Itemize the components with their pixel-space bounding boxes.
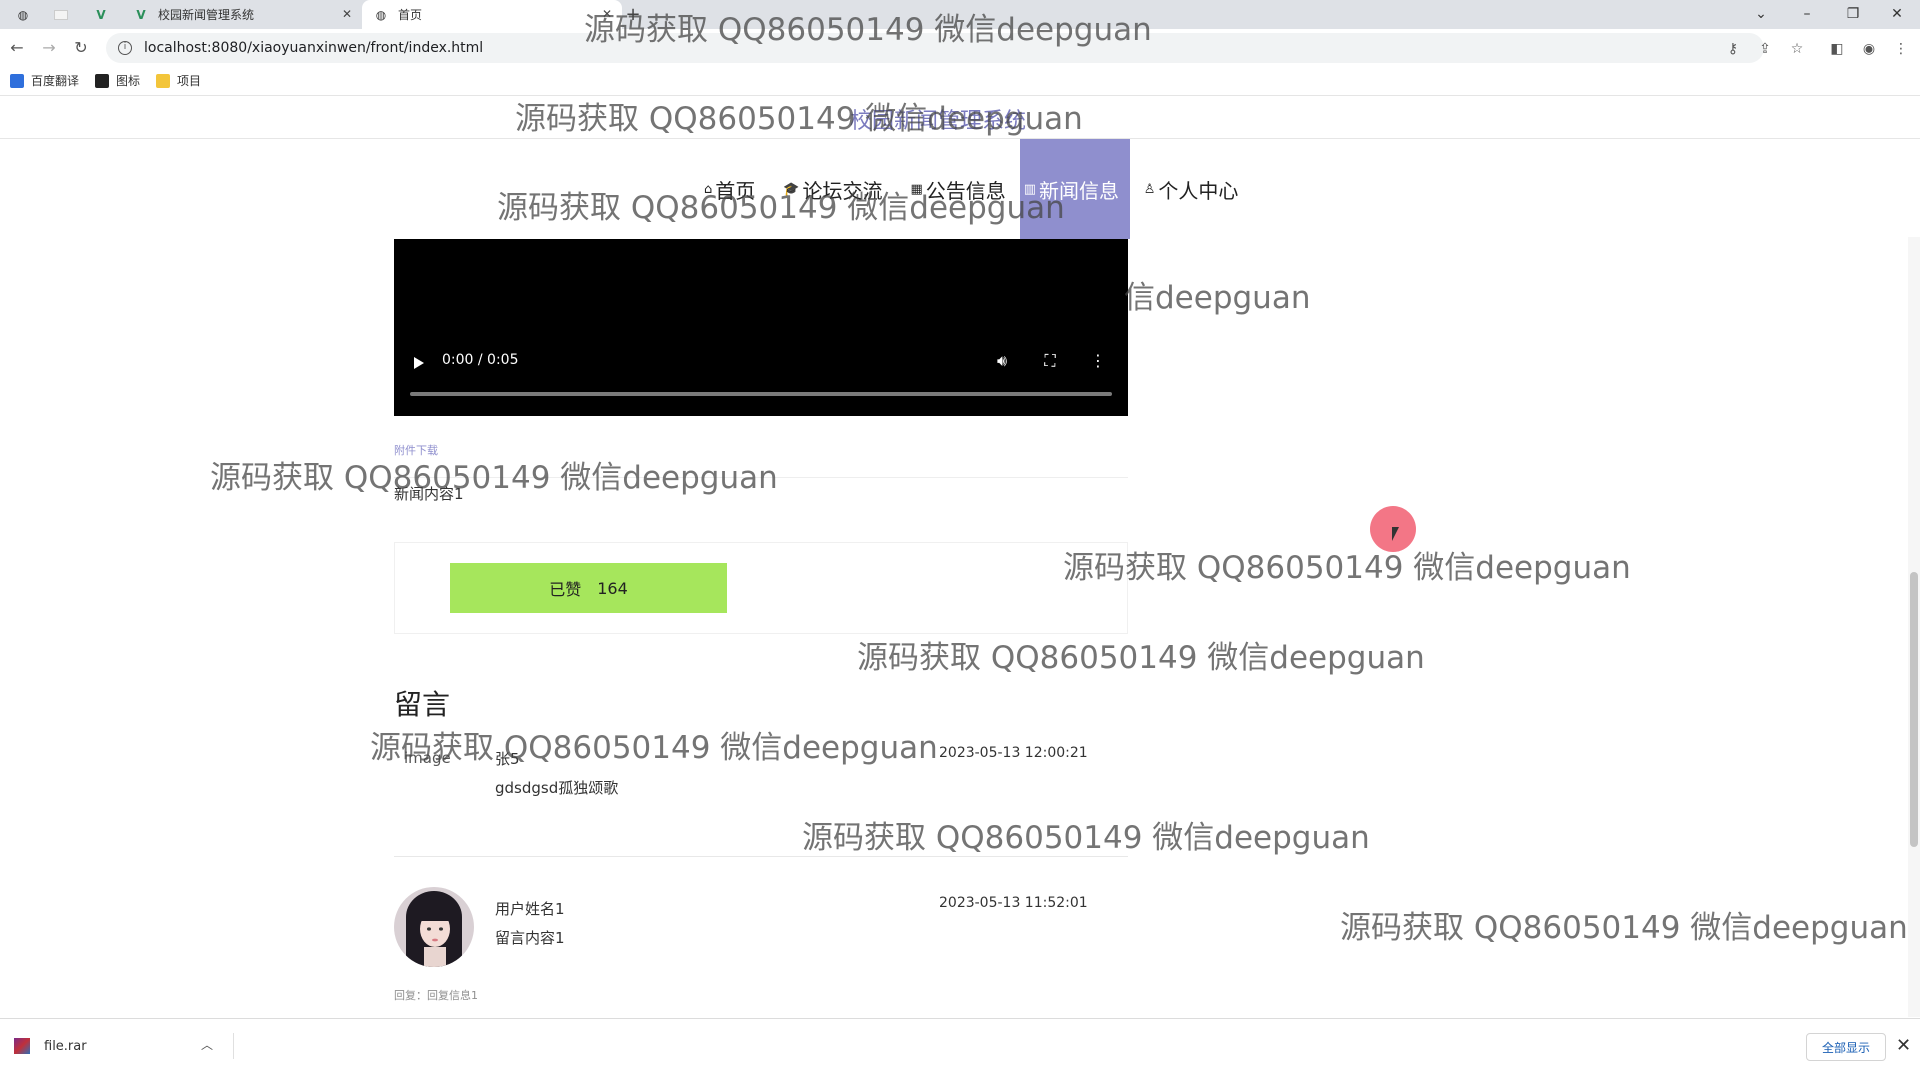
fullscreen-icon[interactable]: ⛶ [1040,351,1060,371]
rar-file-icon [14,1038,30,1054]
restore-icon[interactable]: ❐ [1830,0,1876,29]
image-icon [95,73,110,88]
key-icon[interactable]: ⚷ [1722,38,1744,60]
graduation-cap-icon: 🎓 [783,181,800,197]
attachment-download-link[interactable]: 附件下载 [394,442,438,458]
play-icon[interactable] [414,357,424,369]
notice-icon: ▦ [910,181,923,197]
blank-tab-icon[interactable] [46,0,76,29]
main-nav: ⌂ 首页 🎓 论坛交流 ▦ 公告信息 ▥ 新闻信息 ♙ 个人中心 [690,139,1252,239]
mouse-cursor-icon [1392,527,1399,541]
forward-arrow-icon[interactable]: → [38,37,60,59]
bookmark-projects[interactable]: 项目 [156,72,201,89]
minimize-icon[interactable]: – [1784,0,1830,29]
messages-title: 留言 [394,688,451,721]
tab-search-chevron-icon[interactable]: ⌄ [1738,0,1784,29]
nav-notice[interactable]: ▦ 公告信息 [896,139,1019,239]
show-all-downloads-button[interactable]: 全部显示 [1806,1033,1886,1061]
browser-toolbar: ← → ↻ i localhost:8080/xiaoyuanxinwen/fr… [0,29,1920,66]
vue-favicon-icon: V [136,7,146,22]
like-button[interactable]: 已赞 164 [450,563,727,613]
download-filename: file.rar [44,1038,87,1054]
page-viewport: 校园新闻管理系统 ⌂ 首页 🎓 论坛交流 ▦ 公告信息 ▥ 新闻信息 ♙ 个人中… [0,97,1920,1018]
folder-icon [156,73,171,88]
share-icon[interactable]: ⇪ [1754,38,1776,60]
side-panel-icon[interactable]: ◧ [1826,38,1848,60]
avatar: image [394,737,474,817]
nav-personal-center[interactable]: ♙ 个人中心 [1130,139,1253,239]
close-download-bar-icon[interactable]: ✕ [1896,1035,1911,1056]
url-text: localhost:8080/xiaoyuanxinwen/front/inde… [144,40,484,56]
message-text: gdsdgsd孤独颂歌 [495,779,619,797]
user-icon: ♙ [1143,181,1156,197]
volume-icon[interactable]: 🔊︎ [992,351,1012,371]
message-item: image 张5 gdsdgsd孤独颂歌 2023-05-13 12:00:21 [394,737,1128,857]
translate-icon [10,73,24,88]
download-bar: file.rar ︿ 全部显示 ✕ [0,1018,1920,1072]
tab-campus-news[interactable]: V 校园新闻管理系统 ✕ [122,0,362,29]
tab-home[interactable]: ◍ 首页 ✕ [362,0,622,29]
message-time: 2023-05-13 11:52:01 [939,895,1088,911]
reload-icon[interactable]: ↻ [70,37,92,59]
nav-home[interactable]: ⌂ 首页 [690,139,769,239]
news-content: 新闻内容1 [394,485,464,503]
site-info-icon[interactable]: i [118,41,132,55]
video-player[interactable]: 0:00 / 0:05 🔊︎ ⛶ ⋮ [394,239,1128,416]
message-author: 用户姓名1 [495,900,565,918]
back-arrow-icon[interactable]: ← [6,37,28,59]
profile-icon[interactable]: ◉ [1858,38,1880,60]
news-icon: ▥ [1023,181,1037,197]
nav-news[interactable]: ▥ 新闻信息 [1019,139,1130,239]
tab-title: 校园新闻管理系统 [158,8,255,22]
close-tab-icon[interactable]: ✕ [342,7,352,21]
video-more-icon[interactable]: ⋮ [1088,351,1108,370]
bookmark-star-icon[interactable]: ☆ [1786,38,1808,60]
message-author: 张5 [495,750,520,768]
message-text: 留言内容1 [495,929,565,947]
bookmarks-bar: 百度翻译 图标 项目 [0,66,1920,96]
like-label: 已赞 [549,580,582,599]
close-tab-icon[interactable]: ✕ [602,7,612,21]
chevron-up-icon[interactable]: ︿ [201,1036,213,1053]
nav-forum[interactable]: 🎓 论坛交流 [769,139,896,239]
window-close-icon[interactable]: ✕ [1874,0,1920,29]
home-icon: ⌂ [704,181,713,197]
avatar [394,887,474,967]
message-reply: 回复：回复信息1 [394,989,478,1002]
content-divider [394,477,1128,478]
download-item[interactable]: file.rar ︿ [14,1033,234,1059]
globe-tab-icon[interactable]: ◍ [8,0,38,29]
browser-menu-icon[interactable]: ⋮ [1890,38,1912,60]
address-bar[interactable]: i localhost:8080/xiaoyuanxinwen/front/in… [106,33,1764,63]
globe-favicon-icon: ◍ [375,7,387,22]
video-progress-bar[interactable] [410,392,1112,396]
avatar-photo-icon [394,887,474,967]
new-tab-button[interactable]: + [622,4,644,26]
bookmark-icons[interactable]: 图标 [95,72,140,89]
site-title: 校园新闻管理系统 [850,109,1027,134]
bookmark-baidu-translate[interactable]: 百度翻译 [10,72,79,89]
like-count: 164 [597,578,628,598]
tab-title: 首页 [398,8,423,22]
vue-tab-icon[interactable]: V [86,0,116,29]
video-time: 0:00 / 0:05 [442,352,519,368]
message-item: 用户姓名1 留言内容1 2023-05-13 11:52:01 回复：回复信息1 [394,887,1128,1017]
like-section: 已赞 164 [394,542,1128,634]
browser-tab-bar: ◍ V V 校园新闻管理系统 ✕ ◍ 首页 ✕ + ⌄ – ❐ ✕ [0,0,1920,29]
scrollbar-thumb[interactable] [1910,572,1918,847]
screen: ◍ V V 校园新闻管理系统 ✕ ◍ 首页 ✕ + ⌄ – ❐ ✕ ← → ↻ … [0,0,1920,1072]
broken-image-alt: image [404,749,451,767]
message-time: 2023-05-13 12:00:21 [939,745,1088,761]
